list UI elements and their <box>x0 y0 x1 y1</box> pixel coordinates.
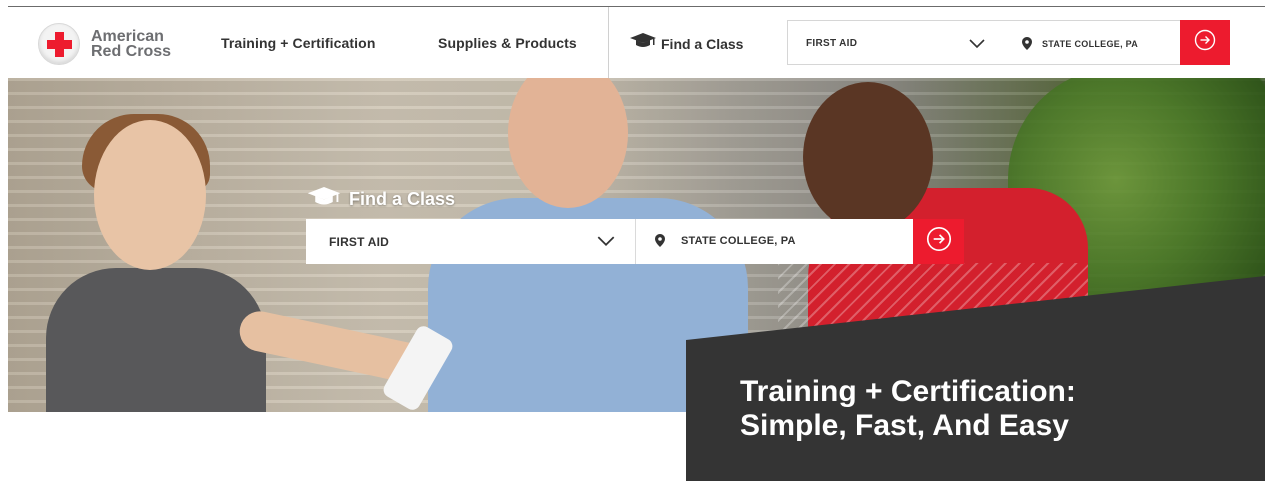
location-pin-icon <box>655 234 665 252</box>
logo-line2: Red Cross <box>91 43 172 60</box>
hero-photo-person <box>46 268 266 412</box>
nav-supplies-products[interactable]: Supplies & Products <box>438 35 577 51</box>
graduation-cap-icon <box>630 33 656 54</box>
location-pin-icon <box>1022 37 1032 55</box>
header-course-select[interactable]: FIRST AID <box>787 20 1004 65</box>
chevron-down-icon <box>969 36 985 54</box>
hero-headline-line1: Training + Certification: <box>740 375 1076 408</box>
chevron-down-icon <box>597 234 615 252</box>
header-find-class-label: Find a Class <box>661 35 744 52</box>
header-find-class-link[interactable]: Find a Class <box>630 33 743 54</box>
hero-headline: Training + Certification: Simple, Fast, … <box>740 375 1240 443</box>
arrow-right-circle-icon <box>926 226 952 257</box>
arrow-right-circle-icon <box>1194 29 1216 56</box>
header-course-value: FIRST AID <box>806 38 858 49</box>
site-header: American Red Cross Training + Certificat… <box>0 7 1265 78</box>
hero-location-input[interactable]: STATE COLLEGE, PA <box>635 219 914 264</box>
hero-find-class-heading: Find a Class <box>307 187 455 212</box>
header-location-input[interactable]: STATE COLLEGE, PA <box>1003 20 1181 65</box>
nav-training-certification[interactable]: Training + Certification <box>221 35 375 51</box>
hero-course-select[interactable]: FIRST AID <box>306 219 635 264</box>
graduation-cap-icon <box>307 187 341 212</box>
header-search-submit-button[interactable] <box>1180 20 1230 65</box>
logo-line1: American <box>91 28 164 45</box>
header-location-value: STATE COLLEGE, PA <box>1042 39 1139 49</box>
hero-search-submit-button[interactable] <box>913 219 964 264</box>
hero-location-value: STATE COLLEGE, PA <box>681 235 796 247</box>
header-divider <box>608 7 609 78</box>
red-cross-icon <box>38 23 80 65</box>
hero-headline-line2: Simple, Fast, And Easy <box>740 409 1069 442</box>
logo-text: American Red Cross <box>91 28 172 60</box>
hero-find-class-label: Find a Class <box>349 189 456 209</box>
hero-course-value: FIRST AID <box>329 235 390 249</box>
red-cross-logo[interactable]: American Red Cross <box>38 23 171 65</box>
